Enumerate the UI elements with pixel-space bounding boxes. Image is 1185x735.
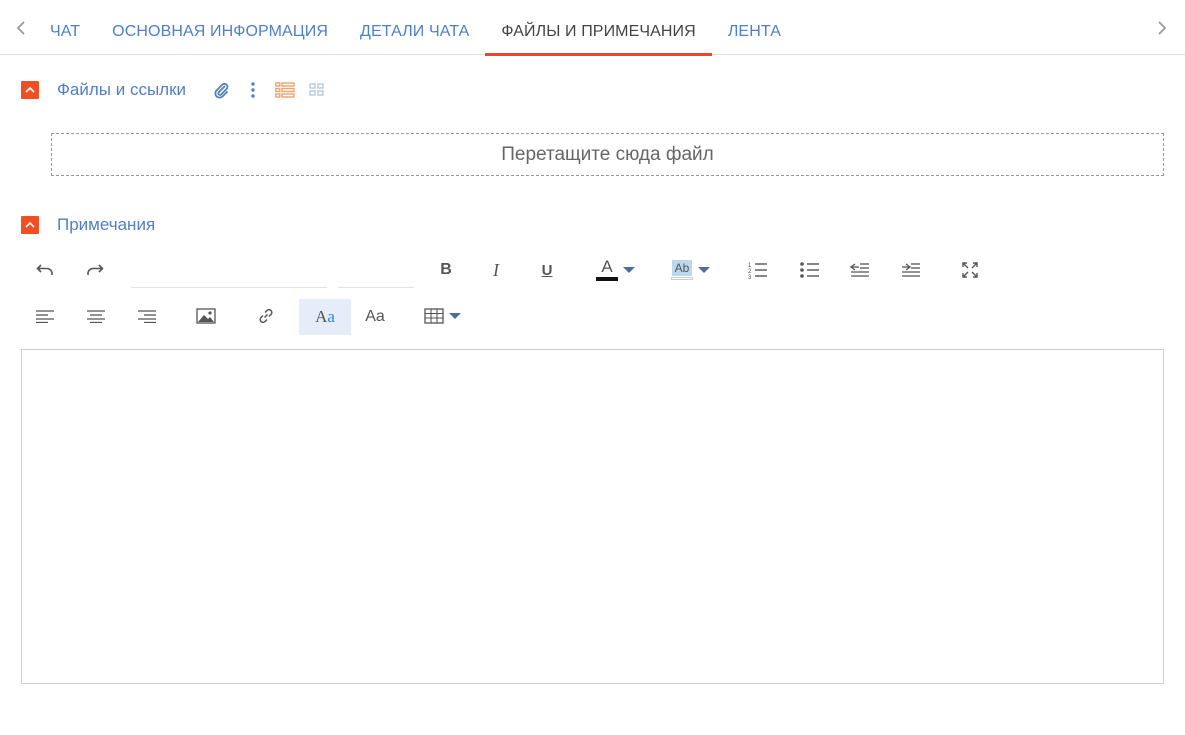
indent-button[interactable] [897, 252, 925, 288]
numbered-list-icon: 1 2 3 [748, 263, 767, 279]
more-vertical-icon[interactable] [242, 79, 264, 101]
serif-font-label: Aa [315, 307, 335, 327]
file-dropzone[interactable]: Перетащите сюда файл [51, 133, 1164, 176]
bulleted-list-button[interactable] [796, 252, 824, 288]
files-section-header: Файлы и ссылки [21, 80, 338, 100]
align-right-icon [138, 310, 156, 323]
font-size-select[interactable] [338, 262, 414, 288]
insert-table-button[interactable] [420, 298, 466, 334]
undo-button[interactable] [30, 252, 60, 288]
files-section-title[interactable]: Файлы и ссылки [57, 80, 186, 100]
bold-glyph: B [440, 261, 452, 278]
notes-section-title[interactable]: Примечания [57, 215, 155, 235]
svg-text:3: 3 [748, 275, 752, 279]
outdent-icon [850, 263, 869, 277]
align-center-button[interactable] [82, 298, 110, 334]
chevron-up-icon [25, 221, 35, 228]
undo-icon [36, 264, 53, 275]
outdent-button[interactable] [846, 252, 874, 288]
underline-button[interactable]: U [533, 252, 561, 288]
tab-bar: ЧАТ ОСНОВНАЯ ИНФОРМАЦИЯ ДЕТАЛИ ЧАТА ФАЙЛ… [0, 0, 1185, 56]
dropzone-text: Перетащите сюда файл [501, 143, 714, 165]
notes-editor[interactable] [21, 349, 1164, 684]
highlight-color-button[interactable]: Ab [667, 252, 715, 288]
align-left-icon [36, 310, 54, 323]
redo-icon [87, 264, 104, 275]
tab-chat-details[interactable]: ДЕТАЛИ ЧАТА [344, 0, 485, 55]
image-icon [196, 308, 216, 324]
notes-collapse-button[interactable] [21, 216, 39, 234]
text-color-button[interactable]: A [592, 252, 640, 288]
numbered-list-button[interactable]: 1 2 3 [744, 252, 772, 288]
notes-section-header: Примечания [21, 215, 155, 235]
align-right-button[interactable] [133, 298, 161, 334]
caret-down-icon [623, 267, 635, 273]
redo-button[interactable] [80, 252, 110, 288]
fullscreen-button[interactable] [956, 252, 984, 288]
italic-button[interactable]: I [482, 252, 510, 288]
insert-link-button[interactable] [251, 298, 281, 334]
indent-icon [902, 263, 920, 277]
align-left-button[interactable] [31, 298, 59, 334]
list-view-icon[interactable] [274, 79, 296, 101]
serif-font-button[interactable]: Aa [299, 299, 351, 335]
bold-button[interactable]: B [432, 252, 460, 288]
serif-font-text: Aa [315, 307, 335, 326]
tile-view-icon[interactable] [306, 79, 328, 101]
files-collapse-button[interactable] [21, 81, 39, 99]
caret-down-icon [698, 267, 710, 273]
chevron-up-icon [25, 86, 35, 93]
italic-glyph: I [493, 259, 499, 280]
highlight-glyph: Ab [671, 260, 693, 276]
chevron-right-icon[interactable] [1153, 20, 1169, 36]
tab-files-notes[interactable]: ФАЙЛЫ И ПРИМЕЧАНИЯ [485, 0, 713, 56]
align-center-icon [87, 310, 105, 323]
highlight-swatch: Ab [671, 260, 693, 280]
sans-font-label: Aa [365, 308, 385, 325]
chevron-left-icon[interactable] [14, 20, 30, 36]
underline-glyph: U [541, 261, 553, 279]
table-icon [424, 308, 444, 324]
tab-main-info[interactable]: ОСНОВНАЯ ИНФОРМАЦИЯ [96, 0, 344, 55]
sans-font-button[interactable]: Aa [357, 299, 393, 335]
files-section-tools [210, 79, 338, 101]
text-color-glyph: A [601, 257, 613, 276]
tabs: ЧАТ ОСНОВНАЯ ИНФОРМАЦИЯ ДЕТАЛИ ЧАТА ФАЙЛ… [34, 0, 797, 56]
insert-image-button[interactable] [191, 298, 221, 334]
fullscreen-icon [962, 262, 978, 278]
link-icon [259, 308, 273, 324]
tab-feed[interactable]: ЛЕНТА [712, 0, 797, 55]
paperclip-icon[interactable] [210, 79, 232, 101]
text-color-swatch: A [596, 257, 618, 281]
serif-font-accent: a [327, 307, 335, 326]
caret-down-icon [449, 313, 461, 319]
tab-chat[interactable]: ЧАТ [34, 0, 96, 55]
bulleted-list-icon [800, 262, 819, 278]
font-family-select[interactable] [131, 262, 327, 288]
